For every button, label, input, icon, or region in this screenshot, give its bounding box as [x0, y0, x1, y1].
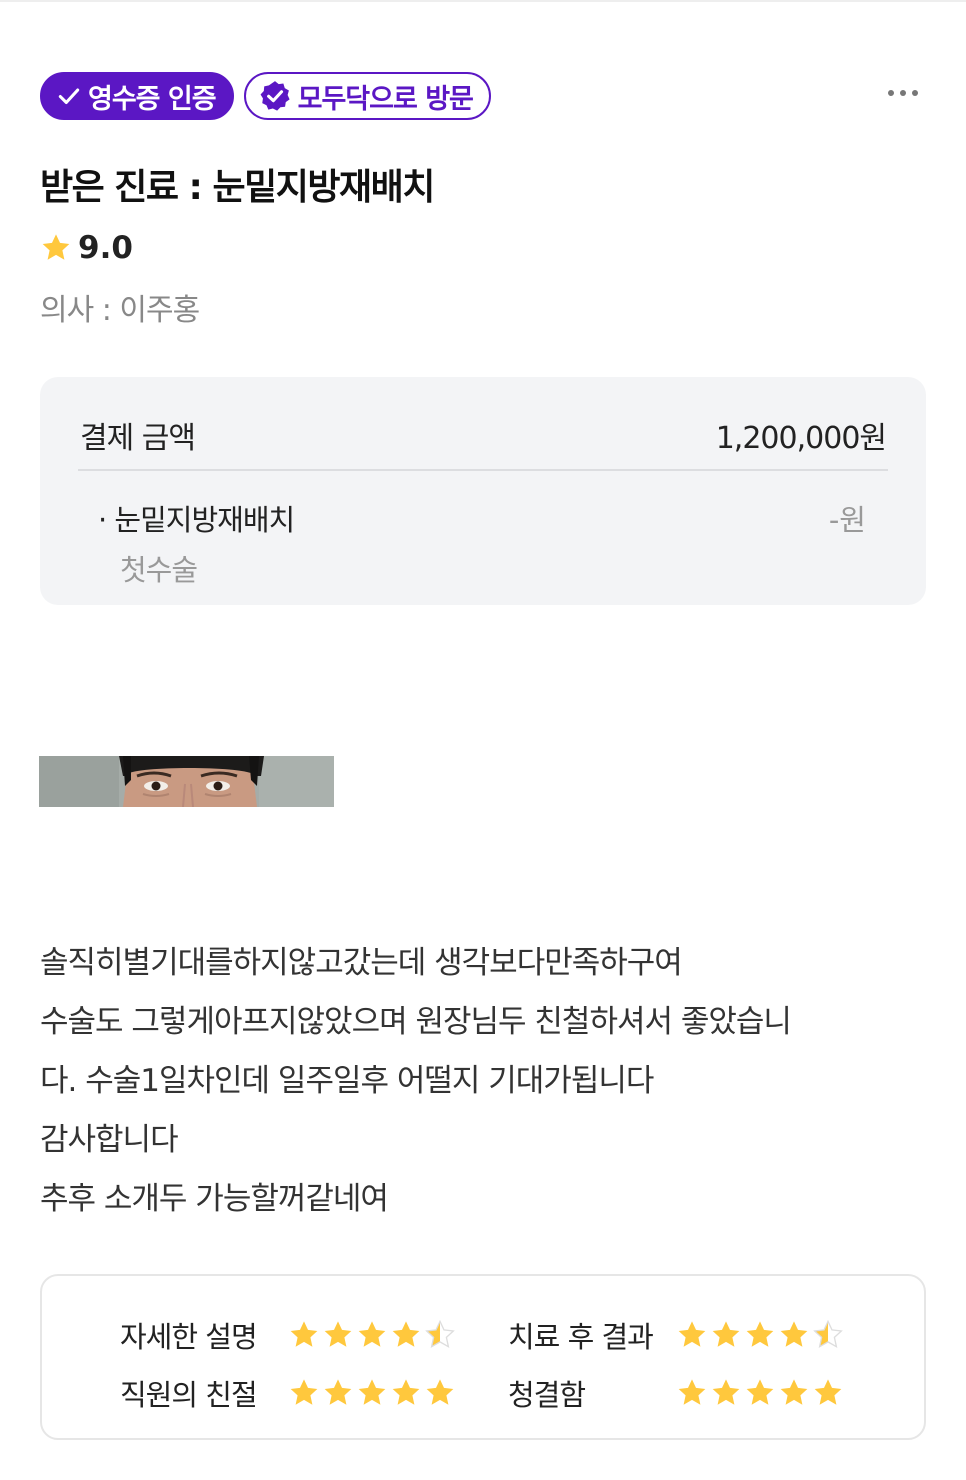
score-label: 자세한 설명	[120, 1320, 258, 1354]
star-icon	[814, 1379, 842, 1405]
score-label: 치료 후 결과	[508, 1320, 654, 1354]
badge-row: 영수증 인증 모두닥으로 방문	[40, 72, 491, 120]
star-icon	[678, 1379, 706, 1405]
face-photo-image	[39, 756, 334, 807]
star-icon	[712, 1321, 740, 1347]
verified-seal-icon	[260, 81, 290, 111]
more-options-button[interactable]	[888, 90, 918, 96]
check-icon	[58, 88, 80, 105]
review-photo[interactable]	[39, 756, 334, 807]
detail-scores-box: 자세한 설명 치료 후 결과 직원의 친절 청결함	[40, 1274, 926, 1440]
star-icon	[678, 1321, 706, 1347]
payment-label: 결제 금액	[80, 421, 196, 456]
star-icon	[746, 1321, 774, 1347]
star-icon	[324, 1321, 352, 1347]
star-rating	[676, 1319, 844, 1351]
overall-rating: 9.0	[40, 230, 133, 266]
score-label: 직원의 친절	[120, 1378, 258, 1412]
star-icon	[712, 1379, 740, 1405]
score-staff-kindness: 직원의 친절	[120, 1372, 456, 1414]
score-cleanliness: 청결함	[508, 1372, 844, 1414]
payment-item-name: · 눈밑지방재배치	[98, 503, 295, 537]
star-icon	[746, 1379, 774, 1405]
score-explanation: 자세한 설명	[120, 1314, 456, 1356]
star-icon	[290, 1321, 318, 1347]
payment-item-price: -원	[828, 503, 866, 537]
star-icon	[426, 1379, 454, 1405]
payment-amount: 1,200,000원	[715, 421, 887, 456]
star-icon	[358, 1321, 386, 1347]
star-icon	[392, 1379, 420, 1405]
review-text: 솔직히별기대를하지않고갔는데 생각보다만족하구여 수술도 그렇게아프지않았으며 …	[40, 945, 792, 1217]
treatment-title: 받은 진료 : 눈밑지방재배치	[40, 167, 435, 208]
more-dots-icon	[888, 90, 894, 96]
star-icon	[780, 1379, 808, 1405]
score-result: 치료 후 결과	[508, 1314, 844, 1356]
score-label: 청결함	[508, 1378, 586, 1412]
modoodoc-visit-badge: 모두닥으로 방문	[243, 72, 491, 120]
star-icon	[358, 1379, 386, 1405]
star-icon	[324, 1379, 352, 1405]
star-icon	[780, 1321, 808, 1347]
star-icon	[813, 1319, 843, 1349]
top-divider	[0, 0, 966, 2]
star-icon	[425, 1319, 455, 1349]
star-rating	[288, 1319, 456, 1351]
star-rating	[676, 1377, 844, 1409]
payment-item-note: 첫수술	[120, 553, 198, 587]
receipt-verified-label: 영수증 인증	[88, 83, 217, 115]
receipt-verified-badge: 영수증 인증	[40, 72, 234, 120]
payment-box: 결제 금액 1,200,000원 · 눈밑지방재배치 -원 첫수술	[40, 377, 926, 605]
star-icon	[290, 1379, 318, 1405]
modoodoc-visit-label: 모두닥으로 방문	[297, 83, 474, 115]
star-icon	[42, 234, 70, 260]
star-icon	[392, 1321, 420, 1347]
doctor-name: 의사 : 이주홍	[40, 293, 200, 328]
payment-divider	[78, 469, 888, 471]
star-rating	[288, 1377, 456, 1409]
rating-value: 9.0	[78, 230, 133, 266]
